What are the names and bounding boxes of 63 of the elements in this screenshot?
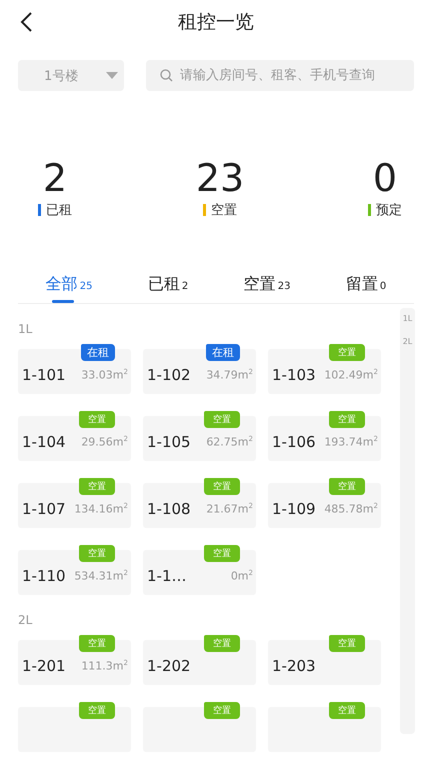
room-area: 534.31m$^{2}$	[74, 568, 128, 582]
status-tag: 空置	[329, 702, 365, 719]
room-number: 1-110	[22, 566, 66, 584]
status-tag: 空置	[329, 344, 365, 361]
stat-label: 已租	[46, 202, 72, 219]
filter-tab[interactable]: 已租 2	[148, 270, 188, 303]
status-tag: 空置	[329, 635, 365, 652]
status-tag: 空置	[329, 411, 365, 428]
room-number: 1-203	[272, 656, 316, 674]
status-tag: 空置	[79, 702, 115, 719]
status-tag: 空置	[204, 545, 240, 562]
room-card[interactable]	[143, 707, 256, 752]
room-area: 193.74m$^{2}$	[324, 434, 378, 448]
floor-label: 1L	[18, 321, 34, 338]
room-number: 1-107	[22, 500, 66, 518]
caret-icon	[106, 72, 118, 80]
room-area: 111.3m$^{2}$	[81, 658, 128, 672]
room-number: 1-1…	[147, 566, 186, 584]
room-number: 1-101	[22, 366, 66, 384]
page-title: 租控一览	[178, 10, 254, 35]
room-number: 1-102	[147, 366, 191, 384]
stat-label: 预定	[376, 202, 402, 219]
room-area: 34.79m$^{2}$	[206, 368, 253, 382]
room-number: 1-103	[272, 366, 316, 384]
filter-tab[interactable]: 空置 23	[244, 270, 290, 303]
room-number: 1-109	[272, 500, 316, 518]
room-area: 102.49m$^{2}$	[324, 368, 378, 382]
floor-label: 2L	[18, 612, 34, 629]
filter-tab[interactable]: 全部 25	[46, 270, 92, 303]
status-tag: 空置	[79, 545, 115, 562]
back-icon[interactable]	[19, 11, 33, 33]
room-number: 1-108	[147, 500, 191, 518]
search-icon	[160, 69, 173, 82]
stat-value: 2	[42, 155, 68, 201]
stat-label: 空置	[210, 202, 237, 219]
room-number: 1-105	[147, 432, 191, 450]
room-card[interactable]	[268, 707, 381, 752]
room-area: 33.03m$^{2}$	[81, 368, 128, 382]
status-tag: 空置	[329, 478, 365, 495]
status-tag: 在租	[81, 344, 115, 361]
status-tag: 空置	[79, 411, 115, 428]
search-field[interactable]: 请输入房间号、租客、手机号查询	[146, 60, 414, 91]
room-number: 1-202	[147, 656, 191, 674]
room-area: 29.56m$^{2}$	[81, 434, 128, 448]
status-tag: 空置	[204, 478, 240, 495]
filter-tab[interactable]: 留置 0	[346, 270, 386, 303]
room-number: 1-106	[272, 432, 316, 450]
room-area: 134.16m$^{2}$	[74, 502, 128, 516]
status-tag: 空置	[204, 635, 240, 652]
room-number: 1-104	[22, 432, 66, 450]
status-tag: 在租	[206, 344, 240, 361]
status-tag: 空置	[204, 702, 240, 719]
stat-value: 0	[372, 155, 398, 201]
status-tag: 空置	[79, 635, 115, 652]
room-area: 62.75m$^{2}$	[206, 434, 253, 448]
status-tag: 空置	[79, 478, 115, 495]
room-area: 485.78m$^{2}$	[324, 502, 378, 516]
status-tag: 空置	[204, 411, 240, 428]
room-area: 21.67m$^{2}$	[206, 502, 253, 516]
stat-value: 23	[196, 155, 244, 201]
room-card[interactable]	[18, 707, 131, 752]
room-number: 1-201	[22, 656, 66, 674]
room-area: 0m$^{2}$	[230, 568, 253, 582]
